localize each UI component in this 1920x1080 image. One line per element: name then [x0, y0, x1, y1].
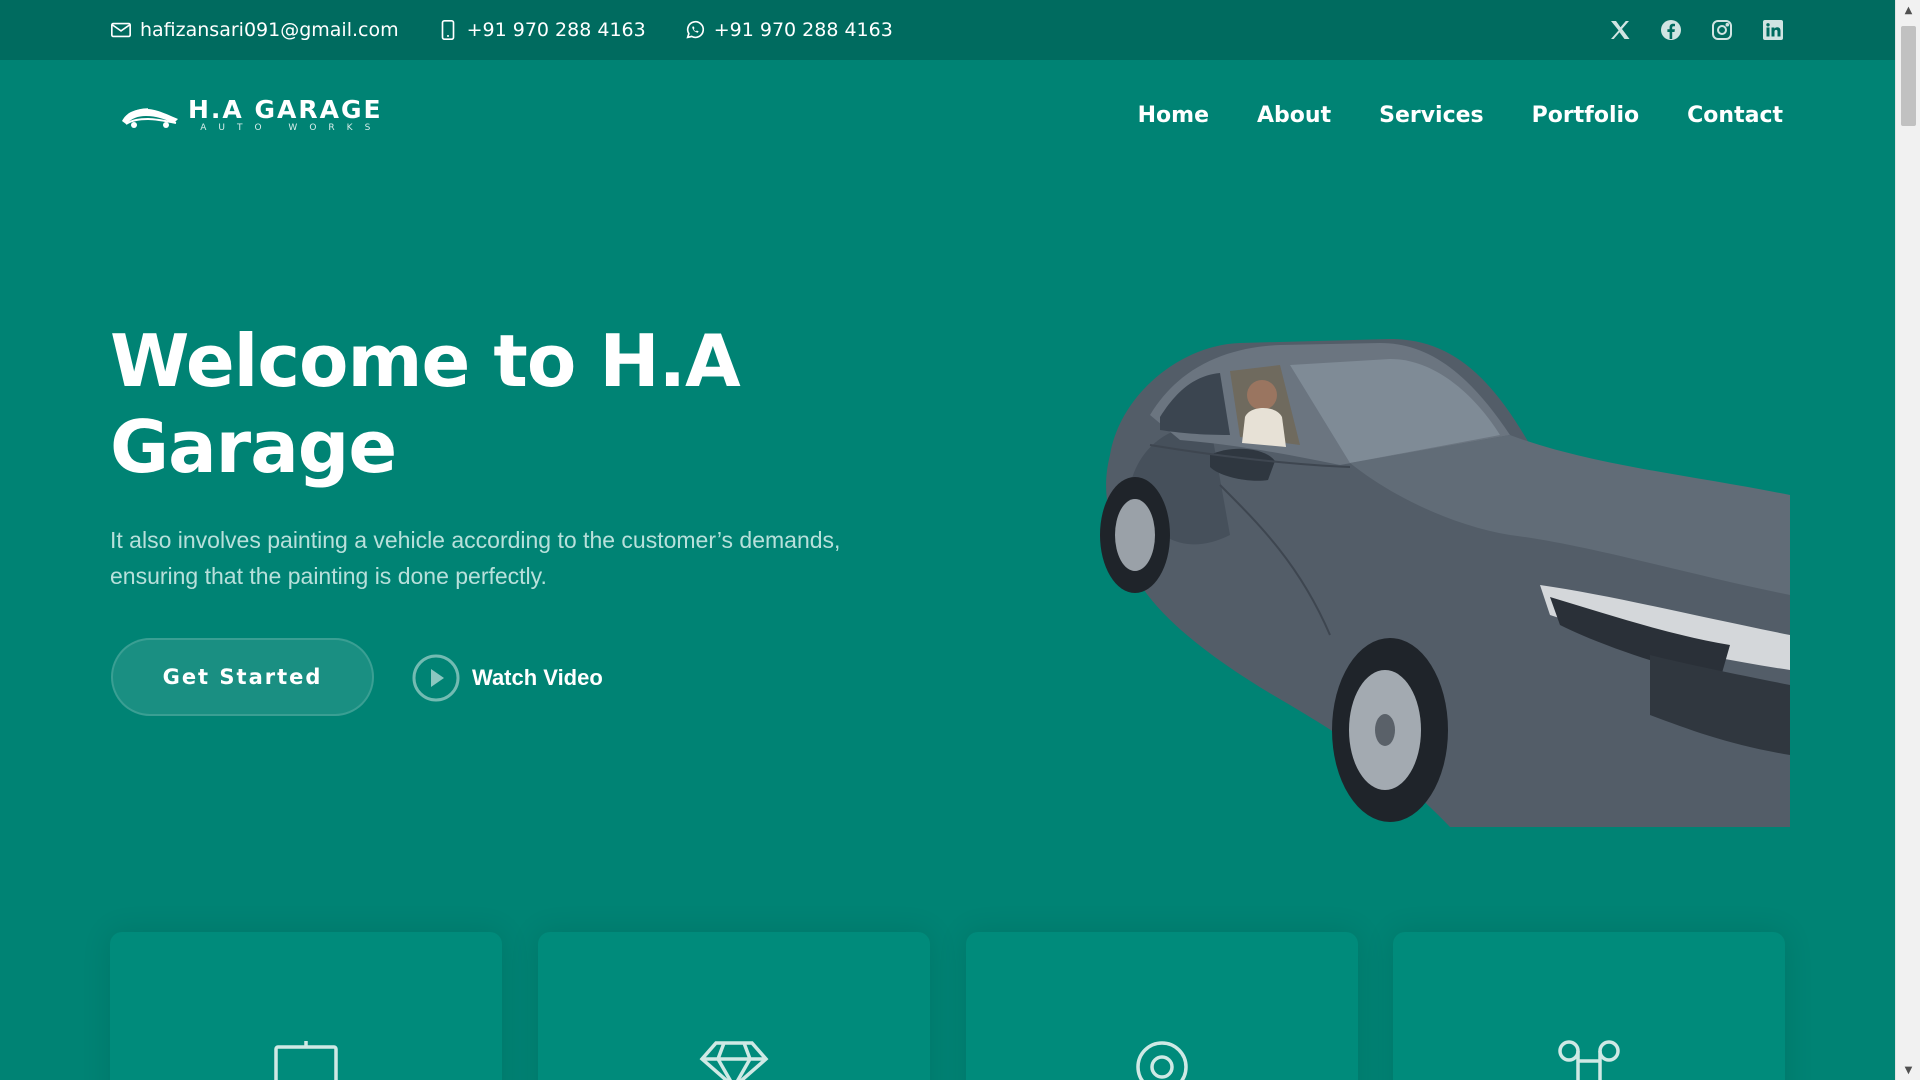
- social-links: [1608, 18, 1785, 42]
- hero-description: It also involves painting a vehicle acco…: [110, 527, 841, 589]
- logo-brand: H.A GARAGE: [188, 95, 383, 124]
- linkedin-icon[interactable]: [1761, 18, 1785, 42]
- scrollbar-thumb[interactable]: [1901, 26, 1916, 126]
- whatsapp-link[interactable]: +91 970 288 4163: [684, 19, 893, 41]
- feature-card[interactable]: [110, 932, 502, 1080]
- email-text: hafizansari091@gmail.com: [140, 19, 399, 41]
- phone-icon: [441, 20, 454, 40]
- contact-info: hafizansari091@gmail.com +91 970 288 416…: [110, 19, 893, 41]
- hero-title: Welcome to H.A Garage: [110, 319, 741, 489]
- nav-home[interactable]: Home: [1138, 103, 1209, 128]
- watch-video-label: Watch Video: [472, 665, 603, 690]
- x-twitter-icon[interactable]: [1608, 18, 1632, 42]
- email-link[interactable]: hafizansari091@gmail.com: [110, 19, 399, 41]
- hero-car-image: [1100, 339, 1790, 827]
- play-icon: [412, 654, 460, 702]
- envelope-icon: [111, 22, 131, 38]
- top-contact-bar: hafizansari091@gmail.com +91 970 288 416…: [0, 0, 1895, 60]
- scroll-down-icon[interactable]: ▼: [1896, 1060, 1920, 1080]
- whatsapp-icon: [686, 20, 704, 39]
- phone-link[interactable]: +91 970 288 4163: [437, 19, 646, 41]
- nav-portfolio[interactable]: Portfolio: [1532, 103, 1640, 128]
- facebook-icon[interactable]: [1659, 18, 1683, 42]
- logo-tagline: AUTO WORKS: [200, 123, 383, 133]
- feature-card[interactable]: [1393, 932, 1785, 1080]
- target-icon: [1136, 1041, 1188, 1080]
- main-nav: Home About Services Portfolio Contact: [1138, 103, 1783, 128]
- get-started-button[interactable]: Get Started: [111, 638, 374, 716]
- nav-about[interactable]: About: [1257, 103, 1331, 128]
- site-header: H.A GARAGE AUTO WORKS Home About Service…: [0, 60, 1895, 170]
- feature-card[interactable]: [966, 932, 1358, 1080]
- car-logo-icon: [122, 108, 178, 128]
- phone-text: +91 970 288 4163: [466, 19, 646, 41]
- nav-services[interactable]: Services: [1379, 103, 1484, 128]
- page-scrollbar[interactable]: ▲ ▼: [1895, 0, 1920, 1080]
- easel-icon: [274, 1041, 338, 1080]
- command-icon: [1558, 1040, 1620, 1080]
- nav-contact[interactable]: Contact: [1687, 103, 1783, 128]
- gem-icon: [699, 1041, 769, 1080]
- instagram-icon[interactable]: [1710, 18, 1734, 42]
- scroll-up-icon[interactable]: ▲: [1896, 0, 1920, 20]
- feature-card[interactable]: [538, 932, 930, 1080]
- logo-text: H.A GARAGE AUTO WORKS: [188, 97, 383, 133]
- feature-cards: [110, 932, 1785, 1080]
- watch-video-link[interactable]: Watch Video: [412, 653, 603, 703]
- whatsapp-text: +91 970 288 4163: [713, 19, 893, 41]
- site-logo[interactable]: H.A GARAGE AUTO WORKS: [120, 97, 383, 133]
